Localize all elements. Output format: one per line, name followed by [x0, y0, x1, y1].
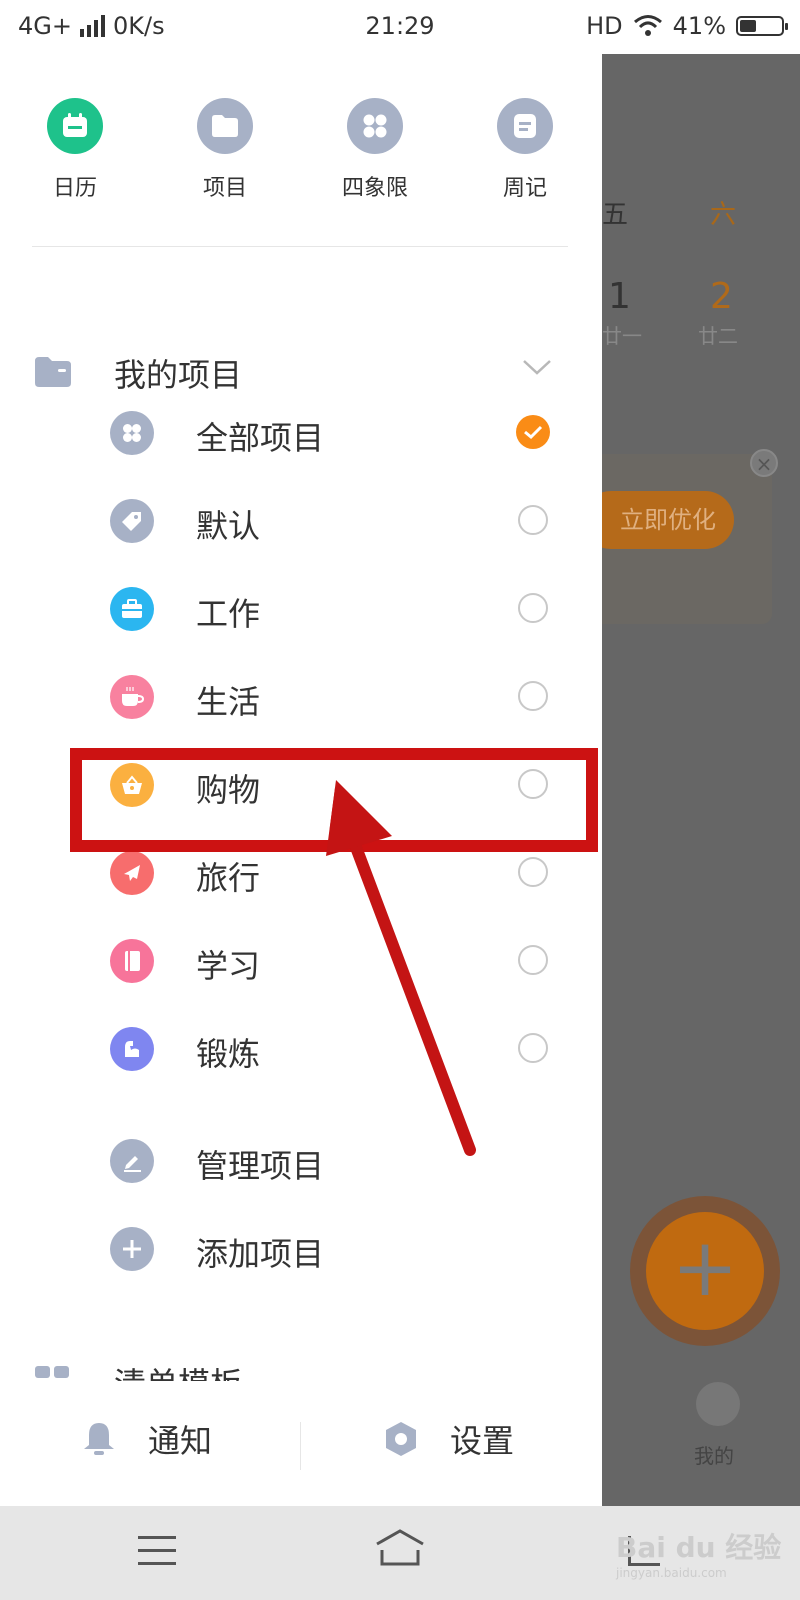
annotation-arrow	[326, 780, 476, 1156]
watermark-brand: Bai du 经验	[616, 1531, 782, 1564]
watermark-url: jingyan.baidu.com	[616, 1566, 727, 1580]
watermark: Bai du 经验 jingyan.baidu.com	[616, 1526, 781, 1580]
